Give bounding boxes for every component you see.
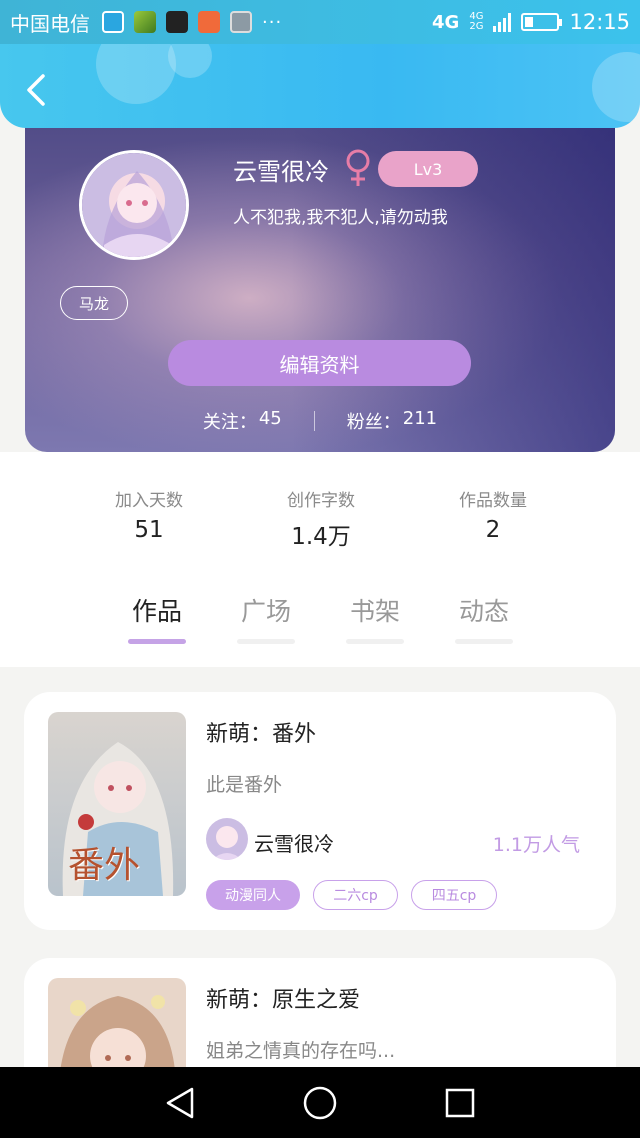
author-name: 云雪很冷	[254, 832, 334, 856]
tab-works[interactable]: 作品	[128, 592, 186, 648]
nav-recents-button[interactable]	[430, 1073, 490, 1133]
work-description: 此是番外	[206, 774, 283, 796]
stat-works-count: 作品数量 2	[438, 486, 548, 575]
profile-tag[interactable]: 马龙	[60, 286, 128, 320]
status-bar: 中国电信 ··· 4G 4G 2G 12:15	[0, 0, 640, 44]
author-avatar-image	[206, 818, 248, 860]
clock: 12:15	[569, 10, 630, 34]
work-title[interactable]: 新萌：原生之爱	[206, 982, 360, 1014]
tag-chip[interactable]: 动漫同人	[206, 880, 300, 910]
battery-icon	[521, 13, 563, 31]
tab-bookshelf[interactable]: 书架	[346, 592, 404, 648]
profile-card: 云雪很冷 Lv3 人不犯我,我不犯人,请勿动我 马龙 编辑资料 关注： 45 粉…	[25, 110, 615, 452]
decor-bubble	[96, 44, 176, 104]
following-label: 关注：	[202, 412, 257, 433]
stats-card: 加入天数 51 创作字数 1.4万 作品数量 2	[52, 452, 588, 575]
chevron-left-icon	[27, 74, 45, 106]
work-title[interactable]: 新萌：番外	[206, 716, 316, 748]
network-type: 4G	[432, 11, 460, 33]
tab-label: 作品	[131, 597, 182, 626]
chat-app-icon	[102, 11, 124, 33]
cover-text: 番外	[68, 845, 141, 886]
nav-home-button[interactable]	[290, 1073, 350, 1133]
work-description: 姐弟之情真的存在吗...	[206, 1040, 396, 1062]
stat-value: 1.4万	[291, 524, 351, 550]
game-app-icon	[134, 11, 156, 33]
stat-label: 创作字数	[287, 491, 355, 511]
signal-icon	[493, 12, 512, 32]
square-recents-icon	[445, 1088, 475, 1117]
followers-stat[interactable]: 粉丝： 211	[347, 408, 437, 434]
carrier-name: 中国电信	[10, 11, 90, 36]
tab-activity[interactable]: 动态	[455, 592, 513, 648]
stat-word-count: 创作字数 1.4万	[266, 486, 376, 575]
popularity: 1.1万人气	[492, 834, 580, 856]
following-stat[interactable]: 关注： 45	[203, 408, 282, 434]
tab-bar: 作品 广场 书架 动态	[0, 592, 640, 652]
signature: 人不犯我,我不犯人,请勿动我	[233, 208, 448, 228]
level-badge: Lv3	[378, 151, 478, 187]
stat-join-days: 加入天数 51	[94, 486, 204, 575]
bird-app-icon	[166, 11, 188, 33]
author-avatar[interactable]	[206, 818, 248, 860]
stat-label: 作品数量	[459, 491, 527, 511]
following-count: 45	[258, 408, 282, 429]
gallery-icon	[230, 11, 252, 33]
tab-square[interactable]: 广场	[237, 592, 295, 648]
work-cover[interactable]: 番外	[48, 712, 186, 896]
stat-label: 加入天数	[115, 491, 183, 511]
tag-chip[interactable]: 四五cp	[411, 880, 497, 910]
tab-indicator	[237, 639, 295, 644]
nav-back-button[interactable]	[150, 1073, 210, 1133]
tab-label: 书架	[349, 597, 400, 626]
circle-home-icon	[303, 1086, 337, 1119]
battery-level	[525, 17, 534, 27]
tab-indicator	[346, 639, 404, 644]
back-button[interactable]	[18, 72, 54, 108]
followers-label: 粉丝：	[346, 412, 401, 433]
avatar-image	[82, 153, 186, 257]
tab-indicator	[455, 639, 513, 644]
followers-count: 211	[402, 408, 438, 429]
system-nav-bar	[0, 1067, 640, 1138]
notification-icons: ···	[102, 11, 282, 33]
stat-value: 2	[485, 517, 501, 543]
network-sub: 4G 2G	[469, 12, 483, 32]
divider	[313, 411, 315, 431]
follow-stats: 关注： 45 粉丝： 211	[25, 406, 615, 436]
decor-bubble	[592, 52, 640, 122]
work-card[interactable]: 番外 新萌：番外 此是番外 云雪很冷 1.1万人气 动漫同人 二六cp 四五cp	[24, 692, 616, 930]
female-gender-icon	[346, 149, 370, 186]
tab-label: 动态	[458, 597, 509, 626]
tag-chip[interactable]: 二六cp	[313, 880, 398, 910]
header-bar	[0, 44, 640, 128]
app-notification-icon	[198, 11, 220, 33]
tab-label: 广场	[240, 597, 291, 626]
edit-profile-button[interactable]: 编辑资料	[168, 340, 471, 386]
stat-value: 51	[134, 517, 164, 543]
tab-indicator	[128, 639, 186, 644]
nickname: 云雪很冷	[233, 158, 329, 186]
more-notifications-icon: ···	[262, 11, 283, 33]
network-sub-bottom: 2G	[469, 21, 484, 32]
triangle-back-icon	[166, 1087, 194, 1118]
avatar[interactable]	[79, 150, 189, 260]
